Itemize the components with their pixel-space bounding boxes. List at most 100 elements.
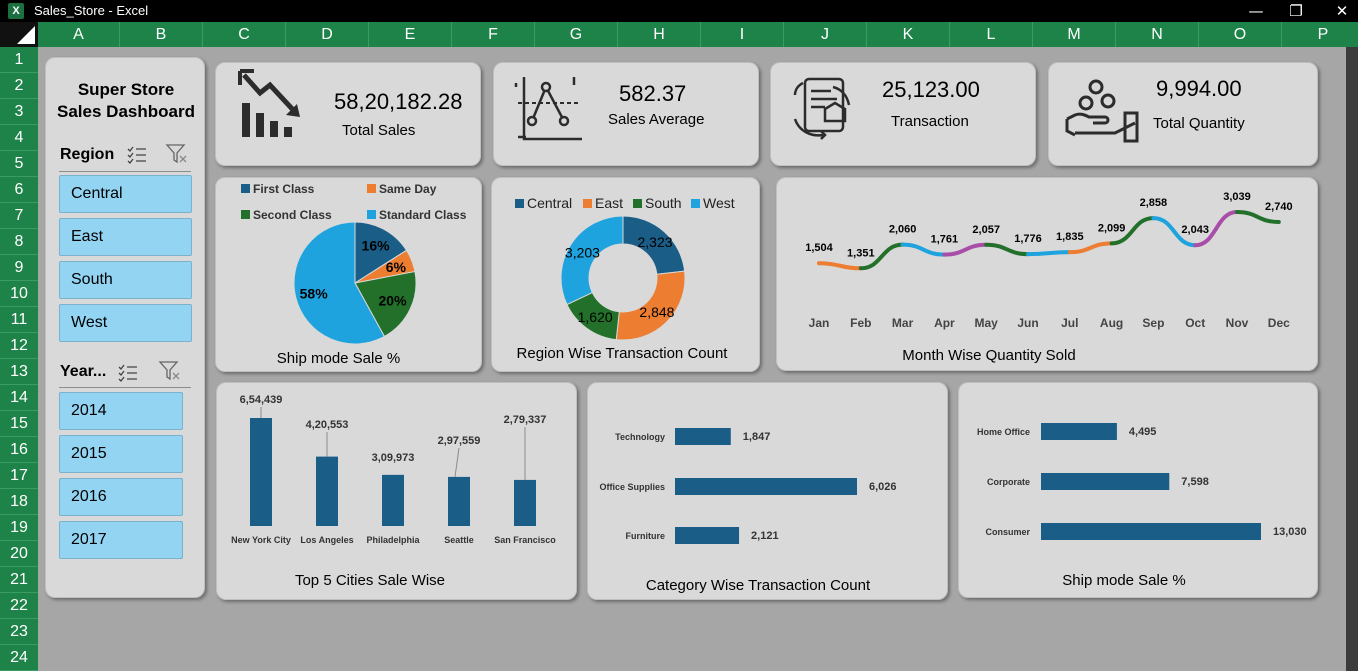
- row-header-3[interactable]: 3: [0, 99, 38, 125]
- row-header-2[interactable]: 2: [0, 73, 38, 99]
- select-all-button[interactable]: [0, 22, 38, 47]
- city-data-label: 3,09,973: [372, 452, 415, 464]
- column-header-O[interactable]: O: [1199, 22, 1282, 47]
- row-header-8[interactable]: 8: [0, 229, 38, 255]
- row-header-17[interactable]: 17: [0, 463, 38, 489]
- close-icon[interactable]: ✕: [1322, 1, 1358, 21]
- ship-mode-pie-chart: 16% 6% 20% 58%: [293, 221, 417, 345]
- city-x-tick: Philadelphia: [366, 535, 420, 545]
- year-slicer-divider: [59, 387, 191, 388]
- region-item-south[interactable]: South: [59, 261, 192, 299]
- region-slicer-header: Region: [60, 146, 115, 163]
- multi-select-icon[interactable]: [117, 362, 139, 382]
- vertical-scrollbar[interactable]: [1346, 47, 1358, 671]
- row-header-22[interactable]: 22: [0, 593, 38, 619]
- row-header-14[interactable]: 14: [0, 385, 38, 411]
- ship-mode-pie-card: First Class Same Day Second Class Standa…: [215, 177, 482, 372]
- line-data-label: 2,057: [972, 224, 1000, 236]
- column-header-G[interactable]: G: [535, 22, 618, 47]
- multi-select-icon[interactable]: [126, 144, 148, 164]
- top-cities-card: 6,54,439 New York City 4,20,553 Los Angeles…: [216, 382, 577, 600]
- line-data-label: 1,761: [931, 234, 959, 246]
- column-header-J[interactable]: J: [784, 22, 867, 47]
- region-item-west[interactable]: West: [59, 304, 192, 342]
- column-header-F[interactable]: F: [452, 22, 535, 47]
- donut-data-label: 2,848: [639, 304, 674, 320]
- row-header-15[interactable]: 15: [0, 411, 38, 437]
- pie-data-label: 20%: [379, 293, 408, 309]
- category-title: Category Wise Transaction Count: [645, 577, 871, 594]
- segment-data-label: 13,030: [1273, 526, 1307, 538]
- column-header-A[interactable]: A: [38, 22, 120, 47]
- kpi-total-quantity-card: 9,994.00 Total Quantity: [1048, 62, 1318, 166]
- year-item-2015[interactable]: 2015: [59, 435, 183, 473]
- category-y-tick: Office Supplies: [599, 482, 665, 492]
- column-header-N[interactable]: N: [1116, 22, 1199, 47]
- city-x-tick: New York City: [231, 535, 291, 545]
- kpi-transaction-card: 25,123.00 Transaction: [770, 62, 1036, 166]
- row-header-7[interactable]: 7: [0, 203, 38, 229]
- row-header-1[interactable]: 1: [0, 47, 38, 73]
- column-header-L[interactable]: L: [950, 22, 1033, 47]
- row-header-12[interactable]: 12: [0, 333, 38, 359]
- city-leader-line: [454, 447, 460, 477]
- row-header-9[interactable]: 9: [0, 255, 38, 281]
- segment-bar-corporate: [1041, 473, 1170, 490]
- city-data-label: 2,79,337: [504, 414, 547, 426]
- pie-data-label: 6%: [386, 259, 407, 275]
- month-line-card: 1,504 Jan 1,351 Feb 2,060 Mar 1,761 Apr 2,057 May…: [776, 177, 1318, 371]
- restore-icon[interactable]: ❐: [1276, 1, 1316, 21]
- row-header-23[interactable]: 23: [0, 619, 38, 645]
- category-card: Technology 1,847 Office Supplies 6,026 Furni…: [587, 382, 948, 600]
- line-data-label: 1,776: [1014, 233, 1042, 245]
- donut-data-label: 3,203: [565, 244, 600, 260]
- column-header-I[interactable]: I: [701, 22, 784, 47]
- year-item-2014[interactable]: 2014: [59, 392, 183, 430]
- row-header-16[interactable]: 16: [0, 437, 38, 463]
- sales-average-label: Sales Average: [608, 111, 705, 128]
- column-header-E[interactable]: E: [369, 22, 452, 47]
- minimize-icon[interactable]: —: [1236, 1, 1276, 21]
- column-header-B[interactable]: B: [120, 22, 203, 47]
- line-data-label: 1,835: [1056, 231, 1084, 243]
- region-item-east[interactable]: East: [59, 218, 192, 256]
- row-header-6[interactable]: 6: [0, 177, 38, 203]
- declining-chart-icon: [238, 69, 300, 137]
- row-header-13[interactable]: 13: [0, 359, 38, 385]
- clear-filter-icon[interactable]: [165, 143, 189, 165]
- column-header-M[interactable]: M: [1033, 22, 1116, 47]
- year-slicer-header: Year...: [60, 363, 107, 380]
- donut-data-label: 2,323: [637, 234, 672, 250]
- line-segment-jun: [1026, 250, 1072, 257]
- top-cities-title: Top 5 Cities Sale Wise: [294, 572, 446, 589]
- line-data-label: 1,351: [847, 247, 875, 259]
- column-header-H[interactable]: H: [618, 22, 701, 47]
- row-header-4[interactable]: 4: [0, 125, 38, 151]
- year-item-2017[interactable]: 2017: [59, 521, 183, 559]
- column-header-C[interactable]: C: [203, 22, 286, 47]
- line-segment-nov: [1235, 210, 1281, 224]
- row-header-18[interactable]: 18: [0, 489, 38, 515]
- row-header-24[interactable]: 24: [0, 645, 38, 671]
- row-header-20[interactable]: 20: [0, 541, 38, 567]
- line-data-label: 2,060: [889, 224, 917, 236]
- clear-filter-icon[interactable]: [158, 360, 182, 382]
- column-header-P[interactable]: P: [1282, 22, 1358, 47]
- category-data-label: 1,847: [743, 431, 771, 443]
- title-bar: X Sales_Store - Excel — ❐ ✕: [0, 0, 1358, 22]
- city-bar-new-york-city: [250, 418, 272, 526]
- row-header-21[interactable]: 21: [0, 567, 38, 593]
- column-header-K[interactable]: K: [867, 22, 950, 47]
- row-header-5[interactable]: 5: [0, 151, 38, 177]
- city-bar-los-angeles: [316, 456, 338, 526]
- row-header-10[interactable]: 10: [0, 281, 38, 307]
- year-item-2016[interactable]: 2016: [59, 478, 183, 516]
- region-donut-title: Region Wise Transaction Count: [516, 345, 728, 362]
- row-header-11[interactable]: 11: [0, 307, 38, 333]
- region-item-central[interactable]: Central: [59, 175, 192, 213]
- segment-data-label: 4,495: [1129, 426, 1157, 438]
- segment-y-tick: Home Office: [977, 427, 1030, 437]
- city-x-tick: Los Angeles: [300, 535, 353, 545]
- row-header-19[interactable]: 19: [0, 515, 38, 541]
- column-header-D[interactable]: D: [286, 22, 369, 47]
